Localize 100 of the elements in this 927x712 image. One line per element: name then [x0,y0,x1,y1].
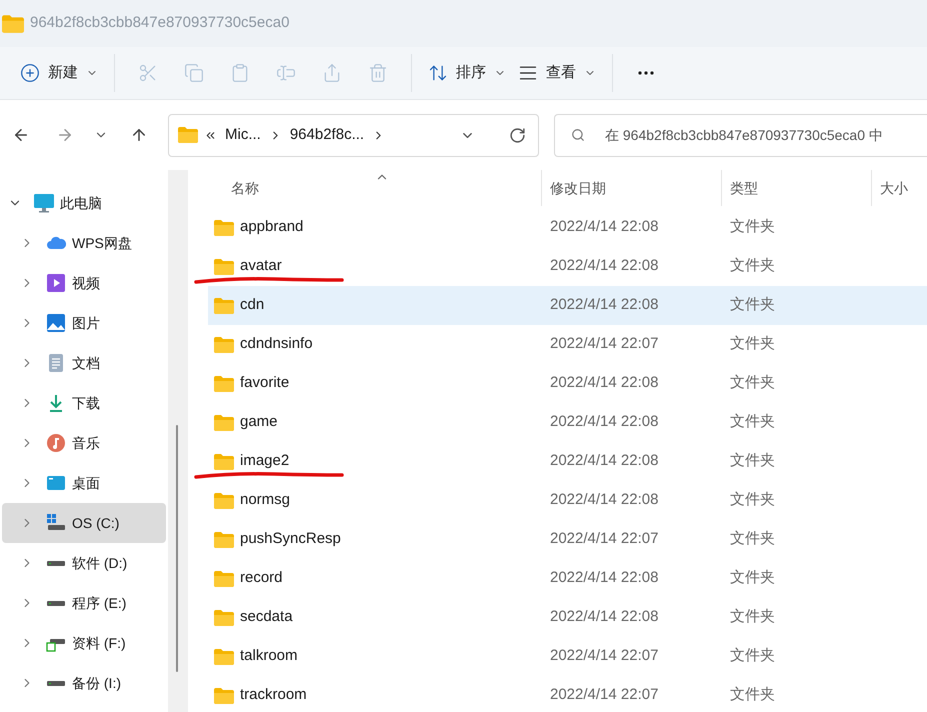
trash-icon [368,63,388,83]
file-row[interactable]: image2 2022/4/14 22:08 文件夹 [208,442,927,481]
file-name: game [240,412,278,432]
file-row[interactable]: cdndnsinfo 2022/4/14 22:07 文件夹 [208,325,927,364]
nav-item[interactable]: 音乐 [2,423,166,463]
modified-date: 2022/4/14 22:08 [549,295,660,316]
modified-date: 2022/4/14 22:07 [549,334,660,354]
video-icon [46,273,66,293]
search-field[interactable]: 在 964b2f8cb3cbb847e870937730c5eca0 中 [554,114,927,156]
picture-icon [46,313,66,333]
nav-item[interactable]: 备份 (I:) [2,663,166,703]
nav-item[interactable]: OS (C:) [2,503,166,543]
file-row[interactable]: normsg 2022/4/14 22:08 文件夹 [208,481,927,520]
view-button[interactable]: 查看 [512,55,602,91]
nav-item[interactable]: 下载 [2,383,166,423]
nav-item[interactable]: 资料 (F:) [2,623,166,663]
breadcrumb[interactable]: 964b2f8c... [290,124,364,146]
nav-item[interactable]: 此电脑 [2,183,166,223]
nav-label: 资料 (F:) [72,634,126,653]
nav-label: 图片 [72,314,100,332]
item-type: 文件夹 [729,217,776,238]
drive-icon [47,560,65,566]
item-type: 文件夹 [729,295,776,316]
item-type: 文件夹 [729,490,776,510]
file-row[interactable]: trackroom 2022/4/14 22:07 文件夹 [208,676,927,712]
folder-icon [2,14,24,32]
nav-label: WPS网盘 [72,234,132,252]
nav-item[interactable]: 文档 [2,343,166,383]
file-name: cdn [240,295,264,316]
item-type: 文件夹 [729,685,776,706]
folder-icon [214,220,234,236]
column-header[interactable]: 名称 [208,170,541,206]
nav-label: OS (C:) [72,514,120,533]
nav-item[interactable]: 图片 [2,303,166,343]
scrollbar-thumb[interactable] [176,425,178,672]
folder-icon [214,610,234,626]
modified-date: 2022/4/14 22:07 [549,646,660,666]
file-row[interactable]: appbrand 2022/4/14 22:08 文件夹 [208,208,927,247]
nav-item[interactable]: 视频 [2,263,166,303]
file-name: trackroom [240,685,307,706]
file-row[interactable]: secdata 2022/4/14 22:08 文件夹 [208,598,927,637]
drive-icon [47,600,65,606]
file-row[interactable]: favorite 2022/4/14 22:08 文件夹 [208,364,927,403]
file-row[interactable]: game 2022/4/14 22:08 文件夹 [208,403,927,442]
file-row[interactable]: avatar 2022/4/14 22:08 文件夹 [208,247,927,286]
folder-icon [214,336,234,352]
plus-circle-icon [20,63,40,83]
document-icon [46,353,66,373]
folder-icon [214,414,234,430]
file-name: record [240,568,283,588]
nav-item[interactable]: WPS网盘 [2,223,166,263]
folder-icon [214,298,234,314]
sort-arrows-icon [428,63,448,83]
item-type: 文件夹 [729,256,776,276]
up-icon[interactable] [130,126,148,144]
column-header[interactable]: 修改日期 [541,170,721,206]
modified-date: 2022/4/14 22:08 [549,217,660,238]
file-name: avatar [240,256,282,276]
refresh-icon[interactable] [509,126,526,144]
address-bar[interactable]: Mic... 964b2f8c... [168,114,539,156]
modified-date: 2022/4/14 22:07 [549,529,660,550]
breadcrumb[interactable]: Mic... [225,124,261,146]
item-type: 文件夹 [729,646,776,666]
column-header[interactable]: 类型 [721,170,871,206]
nav-label: 桌面 [72,474,100,492]
nav-label: 视频 [72,274,100,292]
file-row[interactable]: pushSyncResp 2022/4/14 22:07 文件夹 [208,520,927,559]
nav-label: 下载 [72,394,100,412]
modified-date: 2022/4/14 22:08 [549,451,660,472]
file-name: normsg [240,490,290,510]
folder-icon [214,570,234,586]
scissors-icon [138,63,158,83]
forward-icon[interactable] [56,126,74,144]
file-name: image2 [240,451,290,472]
rename-icon [276,63,296,83]
nav-item[interactable]: 软件 (D:) [2,543,166,583]
window-title: 964b2f8cb3cbb847e870937730c5eca0 [30,13,290,34]
sort-button[interactable]: 排序 [422,55,512,91]
file-row[interactable]: cdn 2022/4/14 22:08 文件夹 [208,286,927,325]
folder-icon [214,376,234,392]
back-icon[interactable] [12,126,30,144]
new-button[interactable]: 新建 [14,55,104,91]
nav-label: 程序 (E:) [72,594,126,613]
folder-icon [214,454,234,470]
nav-item[interactable]: 程序 (E:) [2,583,166,623]
nav-item[interactable]: 桌面 [2,463,166,503]
share-icon [322,63,342,83]
file-row[interactable]: record 2022/4/14 22:08 文件夹 [208,559,927,598]
file-name: favorite [240,373,290,394]
file-name: secdata [240,607,293,628]
file-row[interactable]: talkroom 2022/4/14 22:07 文件夹 [208,637,927,676]
folder-icon [178,127,198,143]
folder-icon [214,648,234,664]
column-header[interactable]: 大小 [871,170,927,206]
modified-date: 2022/4/14 22:08 [549,412,660,432]
item-type: 文件夹 [729,568,776,588]
more-icon [638,71,654,75]
item-type: 文件夹 [729,412,776,432]
music-icon [46,433,66,453]
clipboard-icon [230,63,250,83]
